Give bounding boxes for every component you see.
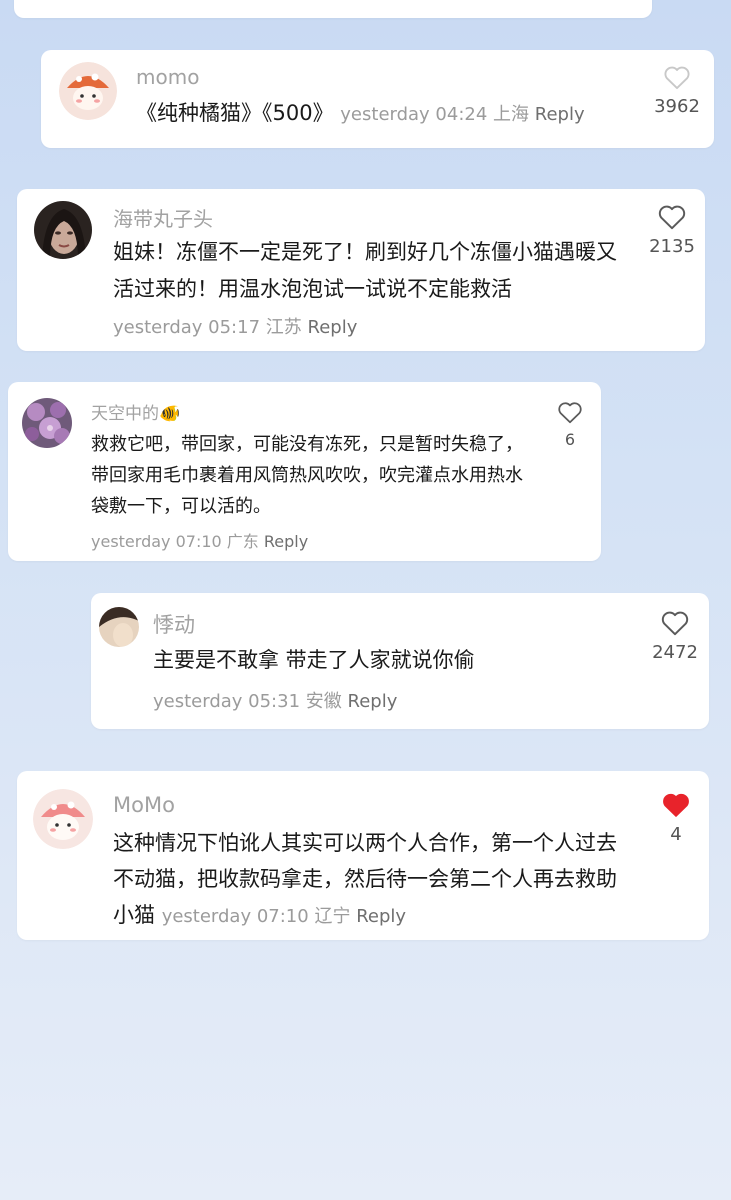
heart-outline-icon	[637, 203, 707, 230]
partial-comment-card	[14, 0, 652, 18]
like-count: 6	[564, 430, 576, 449]
portrait-avatar-icon[interactable]	[34, 201, 92, 259]
like-count: 3962	[654, 96, 700, 117]
comment-location: 江苏	[265, 317, 302, 338]
like-count: 4	[670, 824, 682, 845]
like-button[interactable]: 2135	[637, 203, 707, 257]
comment-username[interactable]: 悸动	[153, 609, 195, 639]
comment-time: yesterday 04:24	[340, 104, 488, 125]
comment-card: 海带丸子头 姐妹！冻僵不一定是死了！刷到好几个冻僵小猫遇暖又活过来的！用温水泡泡…	[17, 189, 705, 351]
comment-text: 主要是不敢拿 带走了人家就说你偷	[153, 648, 475, 672]
flower-avatar-icon[interactable]	[22, 398, 72, 448]
comment-location: 上海	[493, 104, 530, 125]
like-button[interactable]: 6	[544, 400, 596, 449]
comment-time: yesterday 05:31	[153, 691, 301, 712]
comment-meta: yesterday 07:10 广东 Reply	[91, 528, 308, 552]
comment-location: 安徽	[305, 691, 342, 712]
comment-card: MoMo 这种情况下怕讹人其实可以两个人合作，第一个人过去不动猫，把收款码拿走，…	[17, 771, 709, 940]
comment-username[interactable]: 海带丸子头	[113, 203, 213, 232]
comment-username[interactable]: 天空中的🐠	[91, 399, 180, 424]
comment-text-block: 姐妹！冻僵不一定是死了！刷到好几个冻僵小猫遇暖又活过来的！用温水泡泡试一试说不定…	[113, 234, 621, 346]
like-count: 2472	[652, 642, 698, 663]
comment-card: 天空中的🐠 救救它吧，带回家，可能没有冻死，只是暂时失稳了，带回家用毛巾裹着用风…	[8, 382, 601, 561]
comment-text: 《纯种橘猫》《500》	[136, 101, 334, 125]
comment-time: yesterday 07:10	[161, 906, 309, 927]
comment-meta: yesterday 05:31 安徽 Reply	[153, 687, 397, 713]
heart-filled-icon	[641, 791, 711, 818]
comment-card: 悸动 主要是不敢拿 带走了人家就说你偷 yesterday 05:31 安徽 R…	[91, 593, 709, 729]
heart-outline-icon	[544, 400, 596, 424]
reply-button[interactable]: Reply	[356, 906, 406, 927]
like-count: 2135	[649, 236, 695, 257]
cartoon-mushroom-avatar-icon[interactable]	[59, 62, 117, 120]
comment-time: yesterday 07:10	[91, 532, 222, 551]
comment-username[interactable]: MoMo	[113, 793, 175, 817]
comment-time: yesterday 05:17	[113, 317, 261, 338]
comment-location: 广东	[226, 532, 259, 551]
comment-username[interactable]: momo	[136, 65, 199, 89]
comment-text-block: 这种情况下怕讹人其实可以两个人合作，第一个人过去不动猫，把收款码拿走，然后待一会…	[113, 825, 625, 935]
comment-card: momo 《纯种橘猫》《500》 yesterday 04:24 上海 Repl…	[41, 50, 714, 148]
like-button[interactable]: 4	[641, 791, 711, 845]
like-button[interactable]: 2472	[639, 609, 711, 663]
comment-text: 救救它吧，带回家，可能没有冻死，只是暂时失稳了，带回家用毛巾裹着用风筒热风吹吹，…	[91, 434, 523, 517]
reply-button[interactable]: Reply	[535, 104, 585, 125]
cartoon-mushroom-avatar-icon[interactable]	[33, 789, 93, 849]
comment-text: 姐妹！冻僵不一定是死了！刷到好几个冻僵小猫遇暖又活过来的！用温水泡泡试一试说不定…	[113, 240, 617, 301]
reply-button[interactable]: Reply	[348, 691, 398, 712]
comment-text-block: 《纯种橘猫》《500》 yesterday 04:24 上海 Reply	[136, 96, 636, 132]
like-button[interactable]: 3962	[641, 64, 713, 117]
photo-avatar-icon[interactable]	[99, 607, 139, 647]
reply-button[interactable]: Reply	[264, 532, 308, 551]
heart-outline-icon	[639, 609, 711, 636]
comment-location: 辽宁	[314, 906, 351, 927]
reply-button[interactable]: Reply	[308, 317, 358, 338]
heart-outline-icon	[641, 64, 713, 90]
